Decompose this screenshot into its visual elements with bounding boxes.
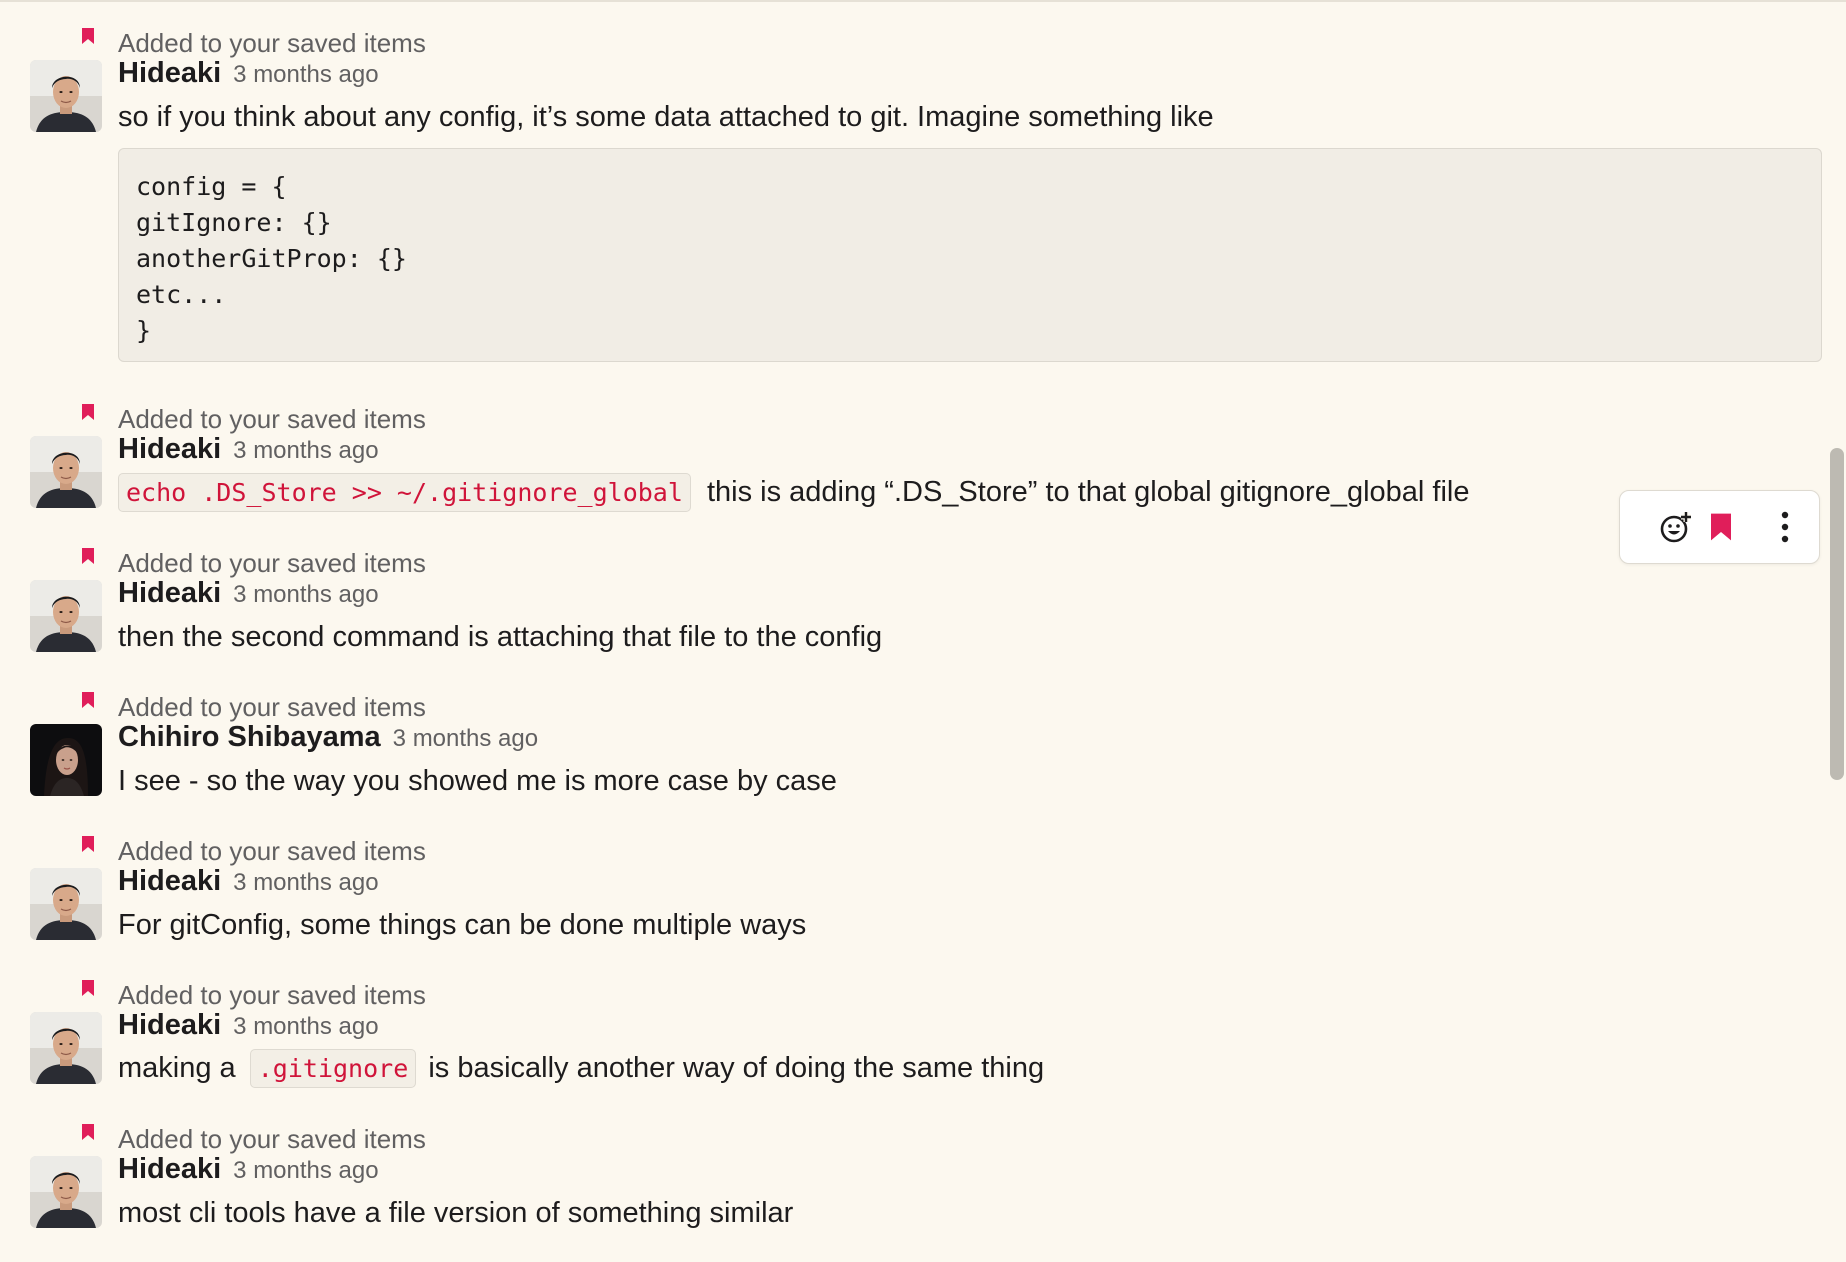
message-text: making a .gitignore is basically another… — [118, 1049, 1045, 1088]
add-reaction-button[interactable] — [1652, 503, 1700, 551]
message-item[interactable]: Added to your saved items Hideaki 3 month… — [0, 16, 1822, 378]
inline-code: .gitignore — [249, 1049, 417, 1088]
avatar[interactable] — [30, 580, 102, 652]
timestamp[interactable]: 3 months ago — [233, 437, 378, 464]
saved-label: Added to your saved items — [118, 28, 426, 58]
avatar[interactable] — [30, 868, 102, 940]
author-name[interactable]: Hideaki — [118, 577, 221, 609]
message-header: Chihiro Shibayama 3 months ago — [118, 721, 538, 754]
author-name[interactable]: Hideaki — [118, 57, 221, 89]
bookmark-icon — [82, 404, 94, 420]
message-item[interactable]: Added to your saved items Hideaki 3 month… — [0, 392, 1820, 522]
author-name[interactable]: Hideaki — [118, 865, 221, 897]
message-text: then the second command is attaching tha… — [118, 621, 883, 653]
author-name[interactable]: Hideaki — [118, 1009, 221, 1041]
more-actions-button[interactable] — [1761, 503, 1809, 551]
message-item[interactable]: Added to your saved items Hideaki 3 month… — [0, 824, 1820, 954]
saved-indicator: Added to your saved items — [0, 536, 1820, 576]
timestamp[interactable]: 3 months ago — [233, 869, 378, 896]
more-actions-icon — [1781, 511, 1789, 543]
code-line: config = { — [136, 172, 287, 201]
code-block: config = { gitIgnore: {} anotherGitProp:… — [118, 148, 1822, 362]
bookmark-icon — [82, 980, 94, 996]
message-text-after-code: is basically another way of doing the sa… — [428, 1052, 1045, 1084]
message-text: For gitConfig, some things can be done m… — [118, 909, 807, 941]
message-item[interactable]: Added to your saved items Hideaki 3 month… — [0, 1112, 1820, 1242]
saved-indicator: Added to your saved items — [0, 824, 1820, 864]
code-line: anotherGitProp: {} — [136, 244, 407, 273]
saved-label: Added to your saved items — [118, 404, 426, 434]
saved-indicator: Added to your saved items — [0, 680, 1820, 720]
avatar[interactable] — [30, 436, 102, 508]
author-name[interactable]: Hideaki — [118, 433, 221, 465]
saved-label: Added to your saved items — [118, 836, 426, 866]
inline-code: echo .DS_Store >> ~/.gitignore_global — [118, 473, 691, 512]
message-item[interactable]: Added to your saved items Hideaki 3 month… — [0, 536, 1820, 666]
saved-label: Added to your saved items — [118, 548, 426, 578]
avatar[interactable] — [30, 60, 102, 132]
saved-label: Added to your saved items — [118, 980, 426, 1010]
author-name[interactable]: Hideaki — [118, 1153, 221, 1185]
code-line: gitIgnore: {} — [136, 208, 332, 237]
message-text: so if you think about any config, it’s s… — [118, 101, 1214, 133]
message-item[interactable]: Added to your saved items Hideaki 3 month… — [0, 968, 1820, 1098]
bookmark-icon — [82, 836, 94, 852]
saved-label: Added to your saved items — [118, 692, 426, 722]
author-name[interactable]: Chihiro Shibayama — [118, 721, 381, 753]
avatar[interactable] — [30, 1156, 102, 1228]
message-item[interactable]: Added to your saved items Chihiro Shibay… — [0, 680, 1820, 810]
saved-indicator: Added to your saved items — [0, 392, 1820, 432]
bookmark-icon — [82, 548, 94, 564]
bookmark-icon — [82, 692, 94, 708]
message-header: Hideaki 3 months ago — [118, 577, 379, 610]
saved-indicator: Added to your saved items — [0, 968, 1820, 1008]
code-line: etc... — [136, 280, 227, 309]
top-divider — [0, 0, 1846, 2]
saved-indicator: Added to your saved items — [0, 16, 1820, 56]
code-line: } — [136, 316, 152, 345]
message-text: I see - so the way you showed me is more… — [118, 765, 837, 797]
scrollbar[interactable] — [1830, 448, 1844, 780]
message-text-after-code: this is adding “.DS_Store” to that globa… — [706, 476, 1470, 508]
timestamp[interactable]: 3 months ago — [233, 1013, 378, 1040]
bookmark-icon — [82, 1124, 94, 1140]
message-header: Hideaki 3 months ago — [118, 57, 379, 90]
message-text: most cli tools have a file version of so… — [118, 1197, 794, 1229]
timestamp[interactable]: 3 months ago — [233, 581, 378, 608]
timestamp[interactable]: 3 months ago — [233, 1157, 378, 1184]
avatar[interactable] — [30, 1012, 102, 1084]
message-header: Hideaki 3 months ago — [118, 1153, 379, 1186]
bookmark-icon — [82, 28, 94, 44]
saved-label: Added to your saved items — [118, 1124, 426, 1154]
bookmark-icon — [1711, 513, 1731, 541]
message-header: Hideaki 3 months ago — [118, 1009, 379, 1042]
timestamp[interactable]: 3 months ago — [233, 61, 378, 88]
message-text: echo .DS_Store >> ~/.gitignore_global th… — [118, 473, 1470, 512]
saved-indicator: Added to your saved items — [0, 1112, 1820, 1152]
save-button[interactable] — [1697, 503, 1745, 551]
message-text-before-code: making a — [118, 1052, 236, 1084]
add-reaction-icon — [1660, 512, 1691, 543]
timestamp[interactable]: 3 months ago — [393, 725, 538, 752]
message-header: Hideaki 3 months ago — [118, 865, 379, 898]
message-actions-toolbar — [1619, 490, 1820, 564]
avatar[interactable] — [30, 724, 102, 796]
message-header: Hideaki 3 months ago — [118, 433, 379, 466]
